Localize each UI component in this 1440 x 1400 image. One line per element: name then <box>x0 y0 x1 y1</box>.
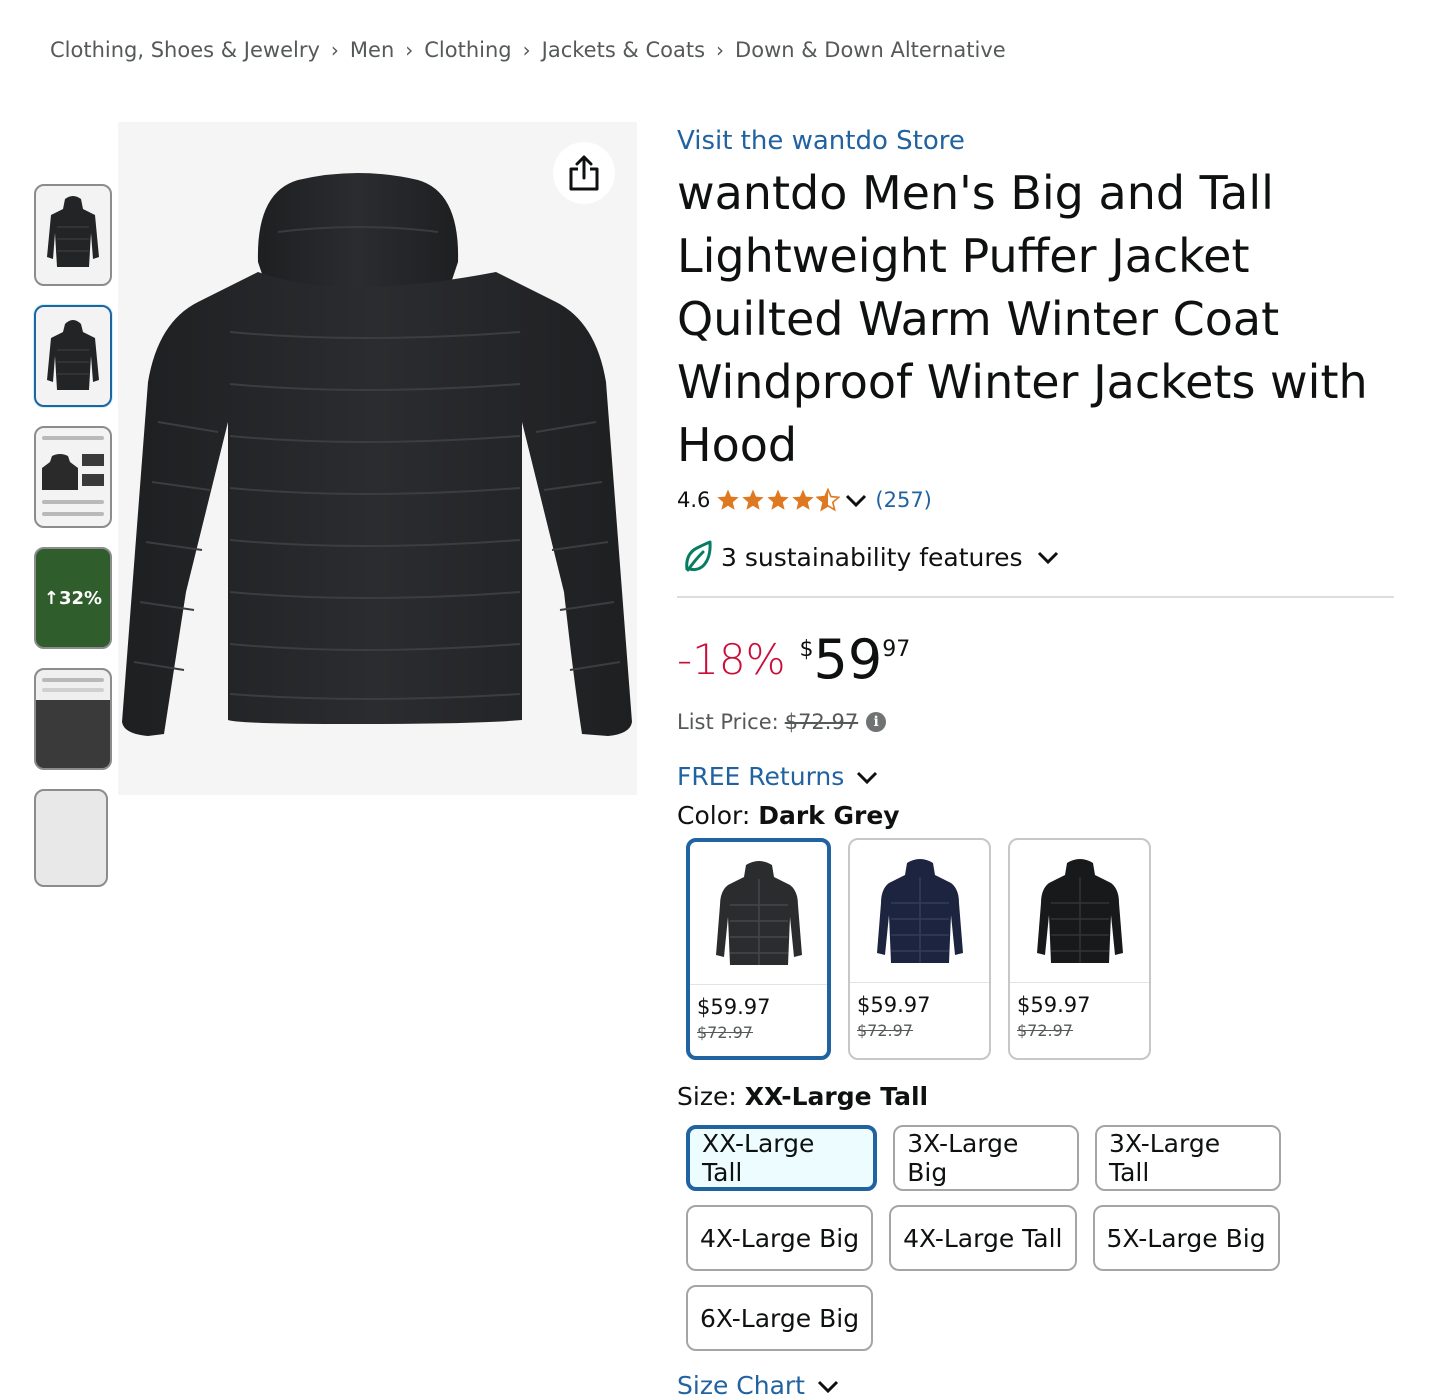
size-label: Size: <box>677 1082 737 1111</box>
size-button-3x-large-big[interactable]: 3X-Large Big <box>893 1125 1079 1191</box>
color-swatches: $59.97 $72.97 $59.97 $72.97 $59.97 $72.9… <box>677 838 1407 1060</box>
size-button-4x-large-big[interactable]: 4X-Large Big <box>686 1205 874 1271</box>
thumbnail-front-view[interactable] <box>34 184 112 286</box>
breadcrumb-separator: › <box>716 38 725 62</box>
breadcrumb-link-clothing-shoes-jewelry[interactable]: Clothing, Shoes & Jewelry <box>50 38 320 62</box>
thumbnail-text-line <box>42 688 104 692</box>
discount-percent: -18% <box>677 635 786 684</box>
share-button[interactable] <box>553 142 615 204</box>
color-label-row: Color: Dark Grey <box>677 801 1407 830</box>
star-half-icon <box>816 488 841 512</box>
info-icon[interactable]: i <box>866 712 887 732</box>
star-full-icon <box>742 489 765 510</box>
list-price-value: $72.97 <box>784 710 859 734</box>
sustainability-text: 3 sustainability features <box>721 542 1023 572</box>
thumbnail-text-line <box>42 678 104 682</box>
size-button-xx-large-tall[interactable]: XX-Large Tall <box>686 1125 878 1191</box>
breadcrumb-link-clothing[interactable]: Clothing <box>424 38 511 62</box>
swatch-price: $59.97 <box>1017 993 1091 1017</box>
breadcrumb-link-men[interactable]: Men <box>350 38 394 62</box>
size-button-5x-large-big[interactable]: 5X-Large Big <box>1092 1205 1280 1271</box>
jacket-back-image <box>122 173 632 736</box>
size-button-4x-large-tall[interactable]: 4X-Large Tall <box>889 1205 1077 1271</box>
jacket-back-thumbnail-icon <box>47 320 99 390</box>
selected-color: Dark Grey <box>758 801 900 830</box>
chevron-down-icon[interactable] <box>843 490 869 510</box>
star-full-icon <box>792 489 815 510</box>
breadcrumb-link-down-alternative[interactable]: Down & Down Alternative <box>735 38 1006 62</box>
free-returns-link[interactable]: FREE Returns <box>677 762 1407 791</box>
swatch-old-price: $72.97 <box>697 1023 753 1042</box>
jacket-navy-icon <box>876 859 963 963</box>
thumbnail-text-line <box>42 512 104 516</box>
list-price-row: List Price: $72.97 i <box>677 710 1407 734</box>
price-fraction: 97 <box>882 637 911 662</box>
star-full-icon <box>717 489 740 510</box>
chevron-down-icon <box>817 1380 839 1393</box>
warmth-percent-text: ↑32% <box>43 587 103 609</box>
swatch-old-price: $72.97 <box>857 1021 913 1040</box>
store-link[interactable]: Visit the wantdo Store <box>677 126 1407 156</box>
color-swatch-black[interactable]: $59.97 $72.97 <box>1008 838 1151 1060</box>
size-button-6x-large-big[interactable]: 6X-Large Big <box>686 1285 874 1351</box>
thumbnail-features-infographic[interactable] <box>34 426 112 528</box>
sustainability-row[interactable]: 3 sustainability features <box>677 537 1407 577</box>
star-rating[interactable] <box>716 488 841 512</box>
jacket-thumbnail-icon <box>42 454 78 490</box>
thumbnail-warmth-infographic[interactable]: ↑32% <box>34 547 112 649</box>
swatch-price: $59.97 <box>697 995 771 1019</box>
divider <box>677 596 1394 598</box>
jacket-front-thumbnail-icon <box>47 196 99 267</box>
size-options: XX-Large Tall 3X-Large Big 3X-Large Tall… <box>677 1125 1297 1351</box>
share-icon <box>569 155 599 191</box>
leaf-icon <box>685 540 712 572</box>
breadcrumb-link-jackets-coats[interactable]: Jackets & Coats <box>542 38 705 62</box>
swatch-image <box>690 842 827 985</box>
color-swatch-dark-grey[interactable]: $59.97 $72.97 <box>686 838 831 1060</box>
list-price-label: List Price: <box>677 710 779 734</box>
size-row: XX-Large Tall 3X-Large Big 3X-Large Tall <box>677 1125 1297 1191</box>
thumbnail-strip: ↑32% <box>34 184 112 906</box>
swatch-image <box>850 840 989 983</box>
size-chart-link[interactable]: Size Chart <box>677 1371 1407 1400</box>
product-details: Visit the wantdo Store wantdo Men's Big … <box>677 122 1407 1400</box>
infographic-header <box>36 670 110 700</box>
free-returns-label: FREE Returns <box>677 762 845 791</box>
product-title: wantdo Men's Big and Tall Lightweight Pu… <box>677 166 1368 472</box>
thumbnail-detail-grid[interactable] <box>34 789 108 887</box>
chevron-down-icon <box>857 771 878 784</box>
price-currency: $ <box>799 637 814 662</box>
swatch-old-price: $72.97 <box>1017 1021 1073 1040</box>
size-chart-label: Size Chart <box>677 1371 805 1400</box>
size-row: 6X-Large Big <box>677 1285 1297 1351</box>
detail-image <box>82 474 104 486</box>
size-button-3x-large-tall[interactable]: 3X-Large Tall <box>1094 1125 1281 1191</box>
selected-size: XX-Large Tall <box>744 1082 929 1111</box>
price-row: -18% $ 59 97 <box>677 628 1407 691</box>
chevron-down-icon <box>1037 551 1058 565</box>
color-swatch-navy[interactable]: $59.97 $72.97 <box>848 838 991 1060</box>
rating-row: 4.6 (257) <box>677 483 1407 517</box>
swatch-price: $59.97 <box>857 993 931 1017</box>
size-label-row: Size: XX-Large Tall <box>677 1082 1407 1111</box>
detail-image <box>82 454 104 466</box>
jacket-dark-grey-icon <box>715 861 802 965</box>
swatch-image <box>1010 840 1149 983</box>
color-label: Color: <box>677 801 751 830</box>
jacket-black-icon <box>1036 859 1123 963</box>
thumbnail-text-line <box>42 436 104 440</box>
rating-value: 4.6 <box>677 488 711 512</box>
star-full-icon <box>767 489 790 510</box>
breadcrumb-separator: › <box>522 38 531 62</box>
thumbnail-waterproof-infographic[interactable] <box>34 668 112 770</box>
thumbnail-back-view[interactable] <box>34 305 112 407</box>
rating-count-link[interactable]: (257) <box>875 488 931 512</box>
breadcrumb-separator: › <box>405 38 414 62</box>
main-product-image[interactable] <box>118 122 637 795</box>
breadcrumb: Clothing, Shoes & Jewelry › Men › Clothi… <box>50 38 1006 62</box>
price-whole: 59 <box>813 628 883 691</box>
breadcrumb-separator: › <box>330 38 339 62</box>
size-row: 4X-Large Big 4X-Large Tall 5X-Large Big <box>677 1205 1297 1271</box>
thumbnail-text-line <box>42 500 104 504</box>
